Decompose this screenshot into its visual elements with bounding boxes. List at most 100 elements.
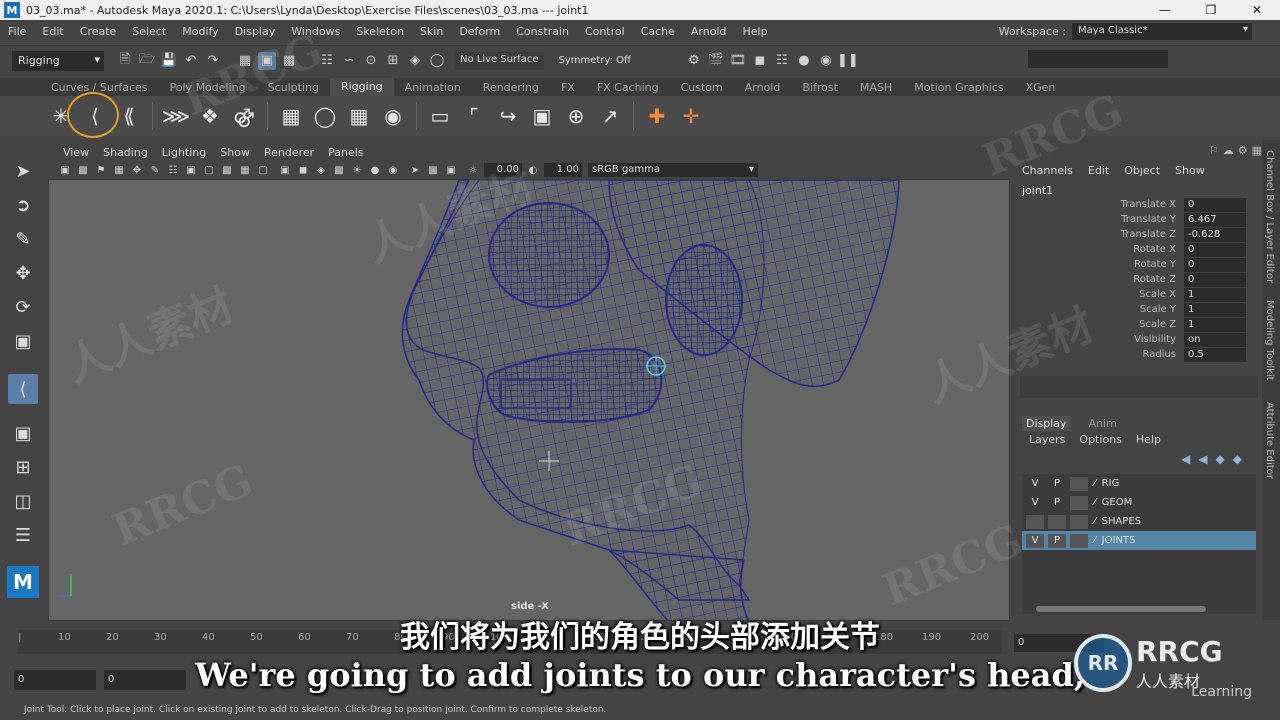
panel-menu-show[interactable]: Show [213,146,257,159]
shelf-tab-animation[interactable]: Animation [394,81,472,94]
layer-color-swatch[interactable] [1070,495,1088,510]
joint-tool-active-icon[interactable]: ⟨ [8,374,38,404]
wireframe-icon[interactable]: ▣ [278,163,292,177]
menu-arnold[interactable]: Arnold [683,25,735,38]
gamma-icon[interactable]: ◐ [526,163,540,177]
shelf-tab-custom[interactable]: Custom [670,81,734,94]
menu-display[interactable]: Display [227,25,284,38]
gamma-field[interactable]: 1.00 [544,163,582,177]
camera-attr-icon[interactable]: ▩ [76,163,90,177]
attr-value[interactable]: 0.5 [1184,347,1246,362]
layer-row-shapes[interactable]: ⁄ SHAPES [1022,512,1256,531]
shelf-tab-rendering[interactable]: Rendering [472,81,550,94]
layer-visibility-toggle[interactable] [1026,514,1044,529]
redo-icon[interactable]: ↷ [204,52,222,70]
exposure-icon[interactable]: ☼ [466,163,480,177]
menu-skin[interactable]: Skin [412,25,451,38]
attr-value[interactable]: 6.467 [1184,212,1246,227]
layer-menu-layers[interactable]: Layers [1029,433,1065,446]
panel-menu-shading[interactable]: Shading [96,146,155,159]
field-chart-icon[interactable]: ▦ [238,163,252,177]
resolution-gate-icon[interactable]: ▢ [202,163,216,177]
layer-menu-options[interactable]: Options [1079,433,1121,446]
panel-menu-renderer[interactable]: Renderer [257,146,321,159]
sidetab-attribute-editor[interactable]: Attribute Editor [1264,402,1275,479]
tool-settings-toggle-icon[interactable]: ⚙ [1238,144,1248,157]
humanik-icon[interactable]: ⚣ [230,102,258,130]
wrap-icon[interactable]: ↪ [494,102,522,130]
3d-viewport[interactable]: side -X [48,179,1010,621]
maximize-icon[interactable]: ❐ [1188,0,1234,20]
menu-edit[interactable]: Edit [34,25,71,38]
layer-playback-toggle[interactable]: P [1048,533,1066,548]
cb-menu-show[interactable]: Show [1175,164,1205,177]
layer-playback-toggle[interactable]: P [1048,496,1066,510]
menu-file[interactable]: File [0,25,34,38]
shelf-tab-rigging[interactable]: Rigging [329,78,394,96]
move-layer-down-icon[interactable]: ◀ [1198,452,1207,466]
attr-value[interactable]: 0 [1184,257,1246,272]
layer-tab-anim[interactable]: Anim [1085,416,1121,431]
grease-pencil-icon[interactable]: ✎ [148,163,162,177]
move-layer-up-icon[interactable]: ◀ [1181,452,1190,466]
menu-windows[interactable]: Windows [283,25,348,38]
cb-menu-object[interactable]: Object [1124,164,1160,177]
render-view-icon[interactable]: 🎬 [707,52,725,70]
safe-action-icon[interactable]: ▢ [256,163,270,177]
shelf-tab-motion-graphics[interactable]: Motion Graphics [903,81,1014,94]
symmetry-dropdown[interactable]: Symmetry: Off [544,55,644,66]
render-settings-icon[interactable]: ☷ [773,52,791,70]
live-surface-field[interactable]: No Live Surface [454,51,545,70]
ik-handle-icon[interactable]: ⟪ [115,102,143,130]
new-scene-icon[interactable]: 🗎 [116,52,134,70]
shelf-tab-bifrost[interactable]: Bifrost [791,81,849,94]
layer-visibility-toggle[interactable]: V [1026,533,1044,548]
shelf-tab-xgen[interactable]: XGen [1015,81,1067,94]
shelf-tab-mash[interactable]: MASH [849,81,903,94]
workspace-dropdown[interactable]: Maya Classic* [1072,23,1252,40]
four-view-icon[interactable]: ⊞ [8,452,38,482]
color-space-dropdown[interactable]: sRGB gamma [588,163,758,177]
menu-constrain[interactable]: Constrain [508,25,577,38]
snap-point-icon[interactable]: ⊙ [362,52,380,70]
film-gate-icon[interactable]: ▣ [184,163,198,177]
minimize-icon[interactable]: — [1142,0,1188,20]
rotate-tool-icon[interactable]: ⟳ [8,292,38,322]
blend-shape-icon[interactable]: ▣ [528,102,556,130]
skin-cluster-icon[interactable]: ◉ [379,102,407,130]
new-layer-icon[interactable]: ◆ [1216,452,1225,466]
camera-select-icon[interactable]: ▣ [58,163,72,177]
cluster-icon[interactable]: ▭ [426,102,454,130]
mirror-joint-icon[interactable]: ⋙ [162,102,190,130]
bind-skin-icon[interactable]: ▦ [277,102,305,130]
paint-select-icon[interactable]: ✎ [8,224,38,254]
gate-mask-icon[interactable]: ▩ [220,163,234,177]
shelf-tab-fx-caching[interactable]: FX Caching [586,81,670,94]
open-scene-icon[interactable]: 🗁 [138,52,156,70]
shelf-tab-fx[interactable]: FX [550,81,586,94]
panel-menu-view[interactable]: View [56,146,96,159]
render-current-icon[interactable]: 🎞 [729,52,747,70]
shelf-tab-poly[interactable]: Poly Modeling [159,81,257,94]
layer-color-swatch[interactable] [1070,476,1088,491]
sidetab-modeling-toolkit[interactable]: Modeling Toolkit [1264,300,1275,381]
search-field[interactable] [1028,50,1168,68]
interactive-bind-icon[interactable]: ◯ [311,102,339,130]
layer-row-joints[interactable]: V P ⁄ JOINTS [1022,531,1256,550]
layer-playback-toggle[interactable] [1048,514,1066,529]
orient-constraint-icon[interactable]: ✛ [677,102,705,130]
save-scene-icon[interactable]: 💾 [160,52,178,70]
undo-icon[interactable]: ↶ [182,52,200,70]
menu-create[interactable]: Create [72,25,125,38]
ipr-render-icon[interactable]: ◼ [751,52,769,70]
layer-color-swatch[interactable] [1070,533,1088,548]
attr-value[interactable]: -0.628 [1184,227,1246,242]
construction-history-icon[interactable]: ⚙ [685,52,703,70]
snap-curve-icon[interactable]: ∽ [340,52,358,70]
menuset-dropdown[interactable]: Rigging [12,50,104,71]
point-constraint-icon[interactable]: ⊕ [562,102,590,130]
smooth-shade-icon[interactable]: ◼ [296,163,310,177]
menu-skeleton[interactable]: Skeleton [348,25,412,38]
menu-deform[interactable]: Deform [451,25,508,38]
select-object-icon[interactable]: ▣ [258,51,276,70]
